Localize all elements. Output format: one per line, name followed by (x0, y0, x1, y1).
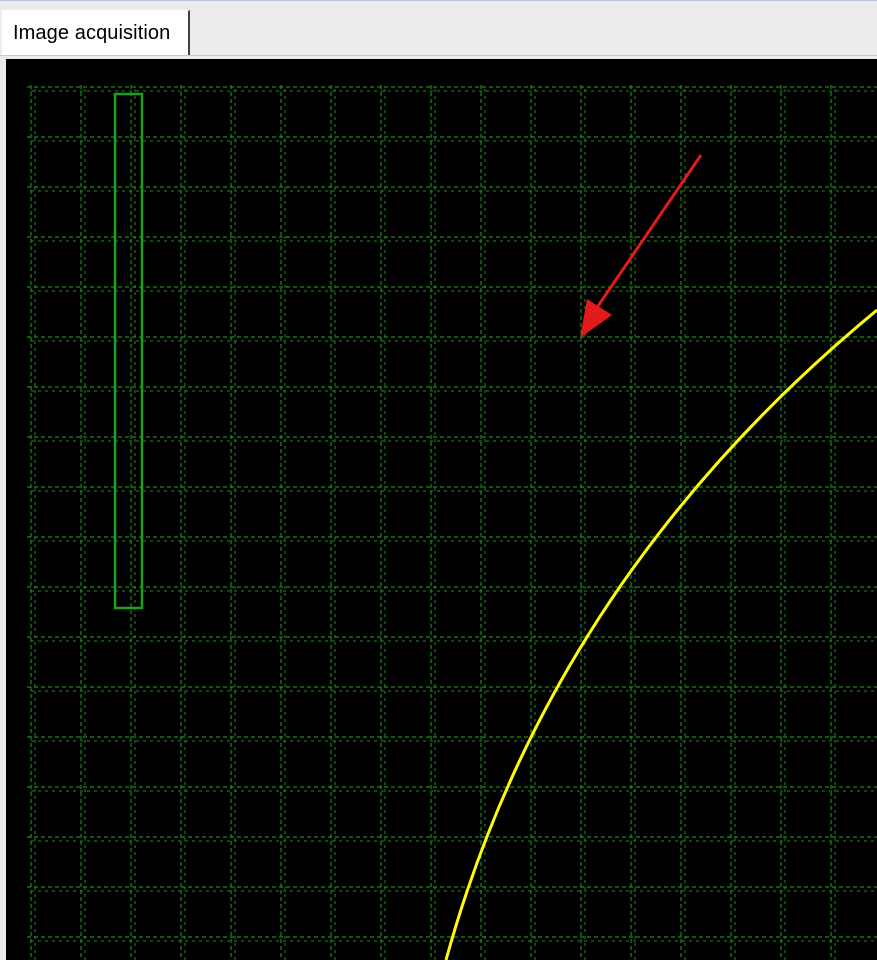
tab-image-acquisition[interactable]: Image acquisition (2, 10, 190, 55)
image-viewport[interactable] (6, 59, 877, 960)
image-background (6, 59, 877, 960)
tab-strip: Image acquisition (0, 0, 877, 60)
image-canvas[interactable] (6, 59, 877, 960)
tab-label: Image acquisition (13, 21, 171, 44)
